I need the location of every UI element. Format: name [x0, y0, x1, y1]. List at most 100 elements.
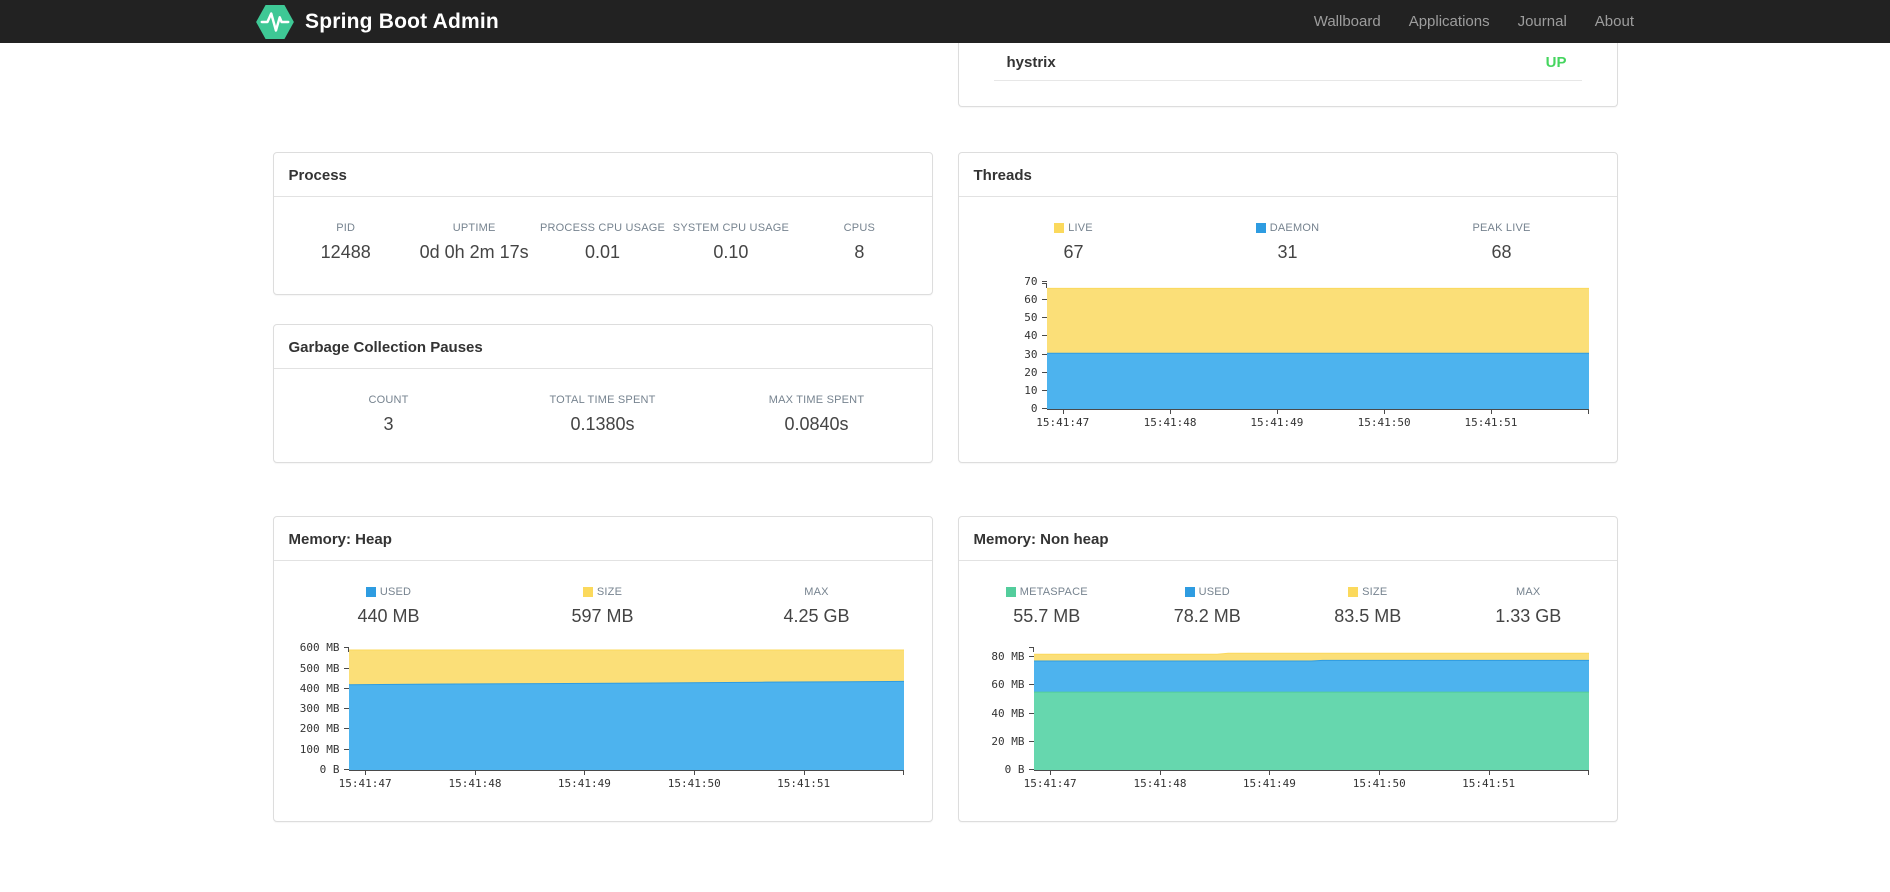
page: Spring Boot Admin Wallboard Applications…: [0, 0, 1890, 892]
stat-uptime: UPTIME 0d 0h 2m 17s: [410, 221, 538, 263]
nav-applications[interactable]: Applications: [1395, 13, 1504, 30]
stat-gc-count: COUNT 3: [282, 393, 496, 435]
stat-value: 12488: [320, 242, 371, 262]
size-series-swatch: [1348, 587, 1359, 597]
stat-label: LIVE: [1068, 222, 1093, 234]
stat-value: 68: [1491, 242, 1512, 262]
stat-label: MAX: [804, 586, 829, 598]
brand-link[interactable]: Spring Boot Admin: [256, 4, 499, 39]
stat-label: DAEMON: [1269, 222, 1320, 234]
application-row: hystrix UP: [959, 43, 1617, 80]
used-series-swatch: [365, 587, 376, 597]
nav-about[interactable]: About: [1581, 13, 1634, 30]
nav-journal[interactable]: Journal: [1504, 13, 1581, 30]
stat-system-cpu: SYSTEM CPU USAGE 0.10: [667, 221, 795, 263]
stat-value: 597 MB: [571, 606, 634, 626]
live-series-swatch: [1054, 223, 1065, 233]
stat-label: PID: [336, 222, 356, 234]
stat-gc-total-time: TOTAL TIME SPENT 0.1380s: [496, 393, 710, 435]
stat-value: 0.0840s: [784, 414, 849, 434]
stat-value: 8: [854, 242, 865, 262]
row-memory: Memory: Heap USED 440 MB SIZE 597 MB MAX: [272, 516, 1618, 822]
memory-nonheap-title: Memory: Non heap: [958, 517, 1617, 561]
stat-gc-max-time: MAX TIME SPENT 0.0840s: [710, 393, 924, 435]
stat-value: 0.1380s: [570, 414, 635, 434]
stat-threads-daemon: DAEMON 31: [1181, 221, 1395, 263]
stat-value: 31: [1277, 242, 1298, 262]
stat-value: 0d 0h 2m 17s: [419, 242, 529, 262]
threads-legend: LIVE 67 DAEMON 31 PEAK LIVE 68: [959, 197, 1617, 267]
spring-boot-admin-logo-icon: [256, 4, 294, 39]
stat-heap-size: SIZE 597 MB: [496, 585, 710, 627]
row-process-threads: Process PID 12488 UPTIME 0d 0h 2m 17s PR…: [272, 152, 1618, 463]
stat-label: PROCESS CPU USAGE: [539, 222, 666, 234]
process-panel-title: Process: [273, 153, 932, 197]
stat-label: PEAK LIVE: [1472, 222, 1531, 234]
application-status-badge: UP: [1545, 54, 1567, 71]
stat-threads-peak: PEAK LIVE 68: [1395, 221, 1609, 263]
stat-process-cpu: PROCESS CPU USAGE 0.01: [538, 221, 666, 263]
stat-threads-live: LIVE 67: [967, 221, 1181, 263]
top-navbar: Spring Boot Admin Wallboard Applications…: [0, 0, 1890, 43]
process-stats: PID 12488 UPTIME 0d 0h 2m 17s PROCESS CP…: [274, 197, 932, 267]
row-applications: hystrix UP: [273, 43, 1618, 107]
stat-label: SYSTEM CPU USAGE: [672, 222, 790, 234]
stat-value: 0.01: [584, 242, 621, 262]
stat-heap-max: MAX 4.25 GB: [710, 585, 924, 627]
stat-value: 1.33 GB: [1495, 606, 1562, 626]
threads-panel: Threads LIVE 67 DAEMON 31 PEAK LIVE 68 0…: [957, 152, 1618, 463]
stat-label: CPUS: [843, 222, 876, 234]
applications-panel: hystrix UP: [957, 43, 1618, 107]
memory-heap-panel: Memory: Heap USED 440 MB SIZE 597 MB MAX: [272, 516, 933, 822]
memory-heap-chart-plot: 0 B 100 MB 200 MB 300 MB 400 MB 500 MB 600 MB 1…: [300, 641, 904, 790]
threads-chart-plot: 0 10 20 30 40 50 60 70 15:41:47 15:41:48 15:41:49 1…: [1024, 275, 1589, 429]
stat-value: 78.2 MB: [1173, 606, 1241, 626]
stat-nonheap-used: USED 78.2 MB: [1127, 585, 1288, 627]
daemon-series-swatch: [1255, 223, 1266, 233]
stat-label: MAX TIME SPENT: [768, 394, 865, 406]
application-name-link[interactable]: hystrix: [1007, 54, 1056, 71]
stat-value: 440 MB: [357, 606, 420, 626]
stat-label: UPTIME: [452, 222, 496, 234]
memory-heap-legend: USED 440 MB SIZE 597 MB MAX 4.25 GB: [274, 561, 932, 631]
stat-value: 0.10: [713, 242, 749, 262]
stat-label: USED: [379, 586, 412, 598]
memory-nonheap-chart-plot: 0 B 20 MB 40 MB 60 MB 80 MB 15:41:47 15:41:48 1…: [991, 647, 1589, 790]
stat-value: 3: [383, 414, 394, 434]
stat-cpus: CPUS 8: [795, 221, 923, 263]
stat-heap-used: USED 440 MB: [282, 585, 496, 627]
size-series-swatch: [582, 587, 593, 597]
main-nav: Wallboard Applications Journal About: [1300, 13, 1634, 30]
brand-title: Spring Boot Admin: [305, 9, 499, 33]
stat-label: USED: [1198, 586, 1230, 598]
application-row-divider: [993, 80, 1582, 81]
stat-label: SIZE: [1362, 586, 1388, 598]
memory-nonheap-panel: Memory: Non heap METASPACE 55.7 MB USED …: [957, 516, 1618, 822]
gc-panel-title: Garbage Collection Pauses: [273, 325, 932, 369]
stat-nonheap-metaspace: METASPACE 55.7 MB: [967, 585, 1128, 627]
threads-panel-title: Threads: [958, 153, 1617, 197]
metaspace-series-swatch: [1005, 587, 1016, 597]
stat-value: 55.7 MB: [1013, 606, 1081, 626]
nav-wallboard[interactable]: Wallboard: [1300, 13, 1395, 30]
stat-label: SIZE: [596, 586, 623, 598]
stat-value: 83.5 MB: [1334, 606, 1402, 626]
used-series-swatch: [1184, 587, 1195, 597]
memory-heap-chart: 0 B 100 MB 200 MB 300 MB 400 MB 500 MB 600 MB 1…: [274, 641, 932, 799]
stat-value: 67: [1063, 242, 1084, 262]
gc-stats: COUNT 3 TOTAL TIME SPENT 0.1380s MAX TIM…: [274, 369, 932, 439]
process-panel: Process PID 12488 UPTIME 0d 0h 2m 17s PR…: [272, 152, 933, 295]
stat-nonheap-size: SIZE 83.5 MB: [1288, 585, 1449, 627]
stat-label: COUNT: [368, 394, 409, 406]
stat-pid: PID 12488: [282, 221, 410, 263]
memory-nonheap-legend: METASPACE 55.7 MB USED 78.2 MB SIZE 83.5…: [959, 561, 1617, 631]
threads-chart: 0 10 20 30 40 50 60 70 15:41:47 15:41:48 15:41:49 1…: [959, 275, 1617, 438]
stat-value: 4.25 GB: [783, 606, 850, 626]
memory-nonheap-chart: 0 B 20 MB 40 MB 60 MB 80 MB 15:41:47 15:41:48 1…: [959, 641, 1617, 799]
stat-label: TOTAL TIME SPENT: [549, 394, 656, 406]
stat-label: MAX: [1516, 586, 1541, 598]
memory-heap-title: Memory: Heap: [273, 517, 932, 561]
gc-pauses-panel: Garbage Collection Pauses COUNT 3 TOTAL …: [272, 324, 933, 463]
stat-nonheap-max: MAX 1.33 GB: [1448, 585, 1609, 627]
stat-label: METASPACE: [1019, 586, 1088, 598]
